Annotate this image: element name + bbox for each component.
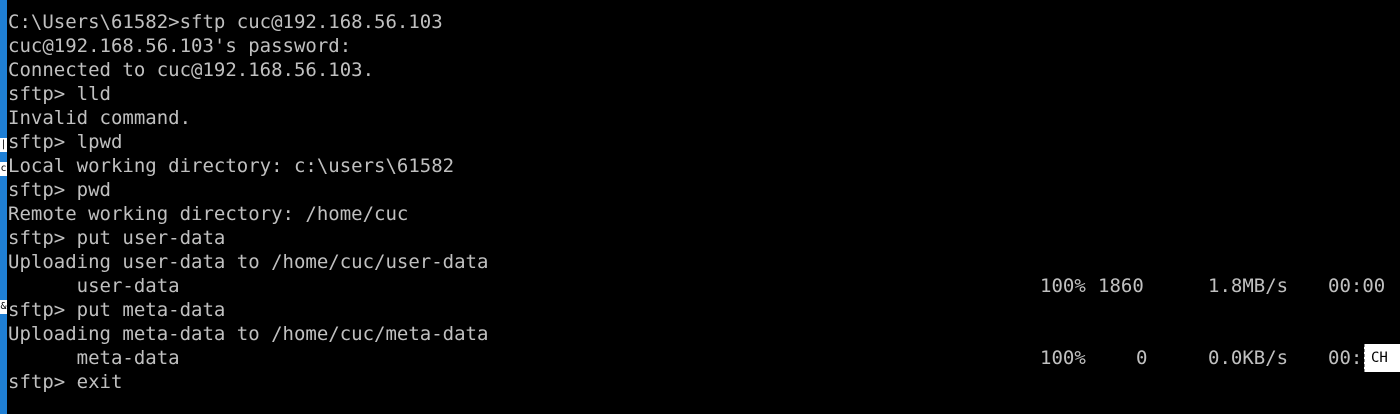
edge-glyph: | xyxy=(0,138,7,152)
console-prompt-line[interactable]: sftp> exit xyxy=(8,370,1400,394)
console-line: C:\Users\61582>sftp cuc@192.168.56.103 xyxy=(8,10,1400,34)
transfer-rate: 0.0KB/s xyxy=(1208,347,1289,369)
console-line-text: Connected to cuc@192.168.56.103. xyxy=(8,59,375,81)
transfer-progress-line: meta-data 100% 0 0.0KB/s 00: xyxy=(8,346,1400,370)
console-line: sftp> put user-data xyxy=(8,226,1400,250)
ime-indicator[interactable]: CH xyxy=(1364,344,1400,372)
console-output[interactable]: C:\Users\61582>sftp cuc@192.168.56.103 c… xyxy=(8,10,1400,414)
transfer-percent: 100% xyxy=(1040,275,1086,297)
console-line: sftp> put meta-data xyxy=(8,298,1400,322)
transfer-size: 1860 xyxy=(1098,275,1144,297)
console-line-text: C:\Users\61582>sftp cuc@192.168.56.103 xyxy=(8,11,443,33)
transfer-time: 00: xyxy=(1328,347,1363,369)
console-line-text: sftp> lpwd xyxy=(8,131,123,153)
transfer-time: 00:00 xyxy=(1328,275,1386,297)
console-line-text: sftp> exit xyxy=(8,371,123,393)
console-line-text: Local working directory: c:\users\61582 xyxy=(8,155,455,177)
console-line: Uploading user-data to /home/cuc/user-da… xyxy=(8,250,1400,274)
transfer-filename: meta-data xyxy=(76,347,180,369)
edge-glyph: c xyxy=(0,162,7,176)
console-line-text: sftp> put meta-data xyxy=(8,299,226,321)
console-line-text: Uploading meta-data to /home/cuc/meta-da… xyxy=(8,323,489,345)
transfer-progress-line: user-data 100% 1860 1.8MB/s 00:00 xyxy=(8,274,1400,298)
console-line-text: Uploading user-data to /home/cuc/user-da… xyxy=(8,251,489,273)
transfer-size: 0 xyxy=(1136,347,1148,369)
console-line: Remote working directory: /home/cuc xyxy=(8,202,1400,226)
console-line-text: Remote working directory: /home/cuc xyxy=(8,203,409,225)
console-line-text: sftp> put user-data xyxy=(8,227,226,249)
console-line: sftp> lld xyxy=(8,82,1400,106)
console-line: Local working directory: c:\users\61582 xyxy=(8,154,1400,178)
edge-glyph: & xyxy=(0,300,7,314)
console-line-text: Invalid command. xyxy=(8,107,192,129)
console-line: Invalid command. xyxy=(8,106,1400,130)
console-line-text: cuc@192.168.56.103's password: xyxy=(8,35,352,57)
console-line: sftp> pwd xyxy=(8,178,1400,202)
console-line: sftp> lpwd xyxy=(8,130,1400,154)
terminal-window[interactable]: | c & C:\Users\61582>sftp cuc@192.168.56… xyxy=(0,0,1400,414)
console-line: cuc@192.168.56.103's password: xyxy=(8,34,1400,58)
console-line: Uploading meta-data to /home/cuc/meta-da… xyxy=(8,322,1400,346)
desktop-edge: | c & xyxy=(0,0,7,414)
console-line: Connected to cuc@192.168.56.103. xyxy=(8,58,1400,82)
transfer-filename: user-data xyxy=(76,275,180,297)
console-line-text: sftp> lld xyxy=(8,83,111,105)
console-line-text: sftp> pwd xyxy=(8,179,111,201)
transfer-rate: 1.8MB/s xyxy=(1208,275,1289,297)
transfer-percent: 100% xyxy=(1040,347,1086,369)
